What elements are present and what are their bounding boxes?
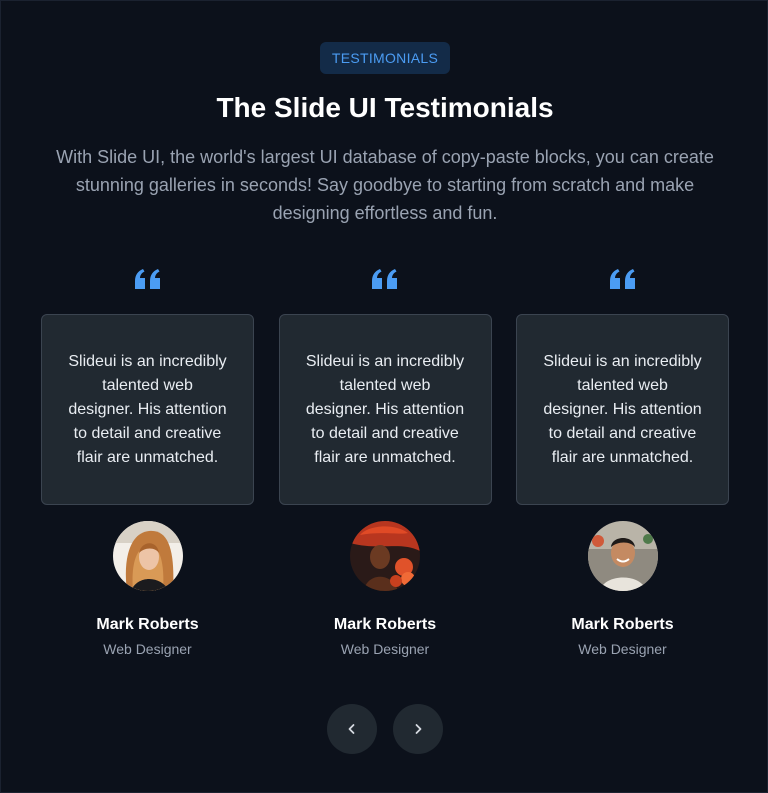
- avatar: [587, 521, 658, 591]
- testimonial-quote: Slideui is an incredibly talented web de…: [516, 314, 729, 505]
- next-button[interactable]: [393, 704, 443, 754]
- author-name: Mark Roberts: [96, 616, 199, 633]
- carousel-nav: [1, 704, 768, 754]
- quote-icon: [134, 269, 160, 289]
- section-badge: TESTIMONIALS: [319, 42, 451, 74]
- testimonial-quote: Slideui is an incredibly talented web de…: [278, 314, 492, 505]
- page-title: The Slide UI Testimonials: [216, 92, 554, 123]
- quote-icon: [609, 269, 635, 289]
- testimonial-card: Slideui is an incredibly talented web de…: [516, 267, 729, 658]
- author-role: Web Designer: [103, 641, 192, 657]
- author-role: Web Designer: [340, 641, 430, 657]
- chevron-right-icon: [415, 724, 422, 734]
- author-name: Mark Roberts: [333, 616, 437, 633]
- quote-icon: [372, 269, 397, 289]
- testimonial-quote: Slideui is an incredibly talented web de…: [41, 314, 254, 505]
- chevron-left-icon: [348, 724, 355, 734]
- testimonial-list: Slideui is an incredibly talented web de…: [41, 267, 729, 658]
- author-role: Web Designer: [578, 641, 667, 657]
- page-subtitle: With Slide UI, the world's largest UI da…: [56, 147, 714, 223]
- testimonials-section: TESTIMONIALS The Slide UI Testimonials W…: [0, 0, 768, 793]
- avatar: [350, 521, 420, 591]
- prev-button[interactable]: [327, 704, 377, 754]
- avatar: [112, 521, 183, 591]
- badge-wrap: TESTIMONIALS: [1, 42, 768, 74]
- testimonial-card: Slideui is an incredibly talented web de…: [278, 267, 492, 658]
- author-name: Mark Roberts: [571, 616, 674, 633]
- testimonial-card: Slideui is an incredibly talented web de…: [41, 267, 254, 658]
